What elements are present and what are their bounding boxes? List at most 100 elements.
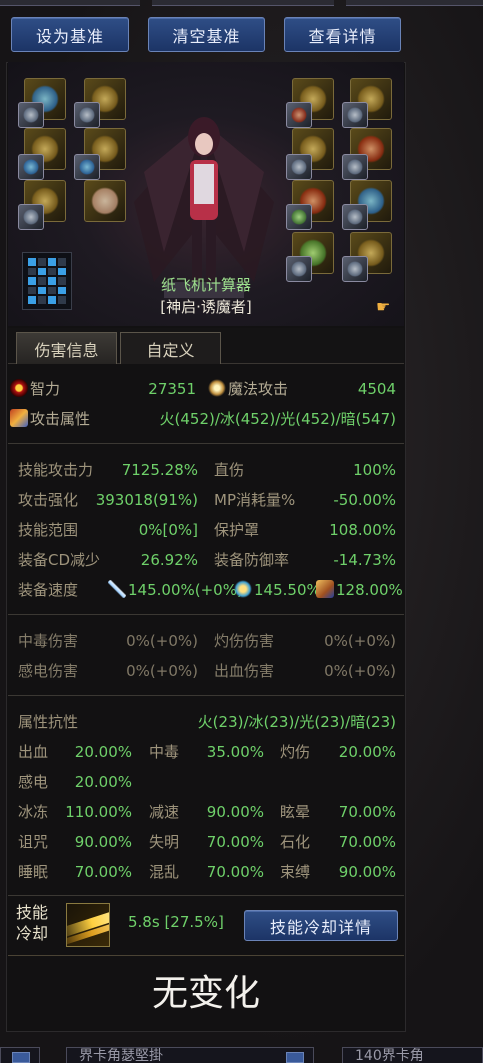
magic-attack-label: 魔法攻击 [208,374,288,404]
equipment-sub-slot-icon[interactable] [286,102,312,128]
stat-label: 减速 [149,803,180,821]
resistance-value: 火(23)/冰(23)/光(23)/暗(23) [197,713,396,731]
stat-label: 攻击强化 [18,491,79,509]
stat-label: 装备CD减少 [18,551,101,569]
skill-cooldown-icon [66,903,110,947]
cast-speed-value: 145.50% [234,575,321,605]
stat-label: 中毒 [149,743,180,761]
stat-value: 70.00% [206,833,264,851]
stat-label: 灼伤伤害 [214,632,275,650]
element-icon [10,409,28,427]
cooldown-details-button[interactable]: 技能冷却详情 [244,910,398,941]
int-label: 智力 [10,374,60,404]
int-value: 27351 [148,380,196,398]
stat-value: 20.00% [338,743,396,761]
attack-attribute-value: 火(452)/冰(452)/光(452)/暗(547) [159,410,397,428]
equipment-sub-slot-icon[interactable] [18,154,44,180]
stat-value: 108.00% [329,521,396,539]
stat-value: 90.00% [74,833,132,851]
resistance-section: 属性抗性 火(23)/冰(23)/光(23)/暗(23) 出血 20.00% 中… [8,703,404,896]
stat-label: 感电 [18,773,49,791]
equip-speed-row: 装备速度 145.00%(+0%) 145.50% 128.00% [8,575,404,605]
pointing-hand-icon[interactable]: ☛ [376,297,390,316]
cooldown-label: 技能 冷却 [16,902,48,944]
stat-row: 技能范围 0%[0%] 保护罩 108.00% [8,515,404,545]
stat-label: 失明 [149,833,180,851]
stat-value: -14.73% [333,551,396,569]
bottom-dropdown-button[interactable] [286,1052,304,1063]
stat-label: 直伤 [214,461,245,479]
stat-value: 0%(+0%) [324,662,396,680]
attack-attribute-label: 攻击属性 [10,404,90,434]
clear-baseline-button[interactable]: 清空基准 [148,17,265,52]
equipment-sub-slot-icon[interactable] [74,154,100,180]
stat-label: 技能攻击力 [18,461,94,479]
equipment-sub-slot-icon[interactable] [74,102,100,128]
stat-value: 393018(91%) [95,491,198,509]
stat-label: 眩晕 [280,803,311,821]
stat-value: 0%(+0%) [126,632,198,650]
stat-row: 中毒伤害 0%(+0%) 灼伤伤害 0%(+0%) [8,626,404,656]
stat-row: 智力 27351 魔法攻击 4504 [8,374,404,404]
stat-value: 7125.28% [121,461,198,479]
eye-icon [10,379,28,397]
equipment-sub-slot-icon[interactable] [342,204,368,230]
equipment-sub-slot-icon[interactable] [342,154,368,180]
stat-value: 26.92% [140,551,198,569]
stat-row: 技能攻击力 7125.28% 直伤 100% [8,455,404,485]
set-baseline-button[interactable]: 设为基准 [11,17,129,52]
stat-value: 0%(+0%) [126,662,198,680]
move-speed-icon [316,580,334,598]
stat-value: 70.00% [74,863,132,881]
stat-label: 保护罩 [214,521,260,539]
stat-label: MP消耗量% [214,491,296,509]
stat-label: 装备防御率 [214,551,290,569]
equip-speed-label: 装备速度 [18,581,79,599]
equipment-sub-slot-icon[interactable] [286,204,312,230]
title-slot-icon[interactable] [84,180,126,222]
bottom-bar-select[interactable]: 界卡角瑟堅掛 [66,1047,314,1063]
bottom-bar-field[interactable]: 140界卡角 [342,1047,483,1063]
stat-row: 攻击强化 393018(91%) MP消耗量% -50.00% [8,485,404,515]
primary-stats-section: 智力 27351 魔法攻击 4504 攻击属性 火(452)/冰(452)/光(… [8,370,404,444]
stat-value: 20.00% [74,773,132,791]
stat-value: 110.00% [65,803,132,821]
magic-spark-icon [208,379,226,397]
bottom-dropdown-button[interactable] [12,1052,30,1063]
stat-label: 出血伤害 [214,662,275,680]
stat-row: 感电伤害 0%(+0%) 出血伤害 0%(+0%) [8,656,404,686]
equipment-sub-slot-icon[interactable] [342,102,368,128]
stat-label: 冰冻 [18,803,49,821]
top-edge-bar [152,0,334,6]
attack-speed-icon [108,580,126,598]
stat-value: 35.00% [206,743,264,761]
stat-row: 睡眠 70.00% 混乱 70.00% 束缚 90.00% [8,857,404,887]
calculator-name: 纸飞机计算器 [160,276,251,294]
stat-row: 冰冻 110.00% 减速 90.00% 眩晕 70.00% [8,797,404,827]
stat-value: 0%(+0%) [324,632,396,650]
equipment-sub-slot-icon[interactable] [286,154,312,180]
skill-stats-section: 技能攻击力 7125.28% 直伤 100% 攻击强化 393018(91%) … [8,451,404,615]
stat-row: 攻击属性 火(452)/冰(452)/光(452)/暗(547) [8,404,404,434]
tab-bar: 伤害信息 自定义 [8,328,404,364]
magic-attack-value: 4504 [357,380,396,398]
stat-value: 20.00% [74,743,132,761]
cooldown-label-line1: 技能 [16,903,49,922]
move-speed-value: 128.00% [316,575,403,605]
comparison-result: 无变化 [8,955,404,1030]
stat-row: 出血 20.00% 中毒 35.00% 灼伤 20.00% [8,737,404,767]
stat-row: 感电 20.00% [8,767,404,797]
stat-label: 灼伤 [280,743,311,761]
stat-label: 技能范围 [18,521,79,539]
stat-label: 睡眠 [18,863,49,881]
stat-row: 属性抗性 火(23)/冰(23)/光(23)/暗(23) [8,707,404,737]
equipment-sub-slot-icon[interactable] [18,102,44,128]
dot-damage-section: 中毒伤害 0%(+0%) 灼伤伤害 0%(+0%) 感电伤害 0%(+0%) 出… [8,622,404,696]
equipment-sub-slot-icon[interactable] [18,204,44,230]
tab-damage-info[interactable]: 伤害信息 [16,332,117,364]
stat-label: 出血 [18,743,49,761]
tab-custom[interactable]: 自定义 [120,332,221,364]
stat-label: 石化 [280,833,311,851]
view-details-button[interactable]: 查看详情 [284,17,401,52]
stat-value: 90.00% [338,863,396,881]
